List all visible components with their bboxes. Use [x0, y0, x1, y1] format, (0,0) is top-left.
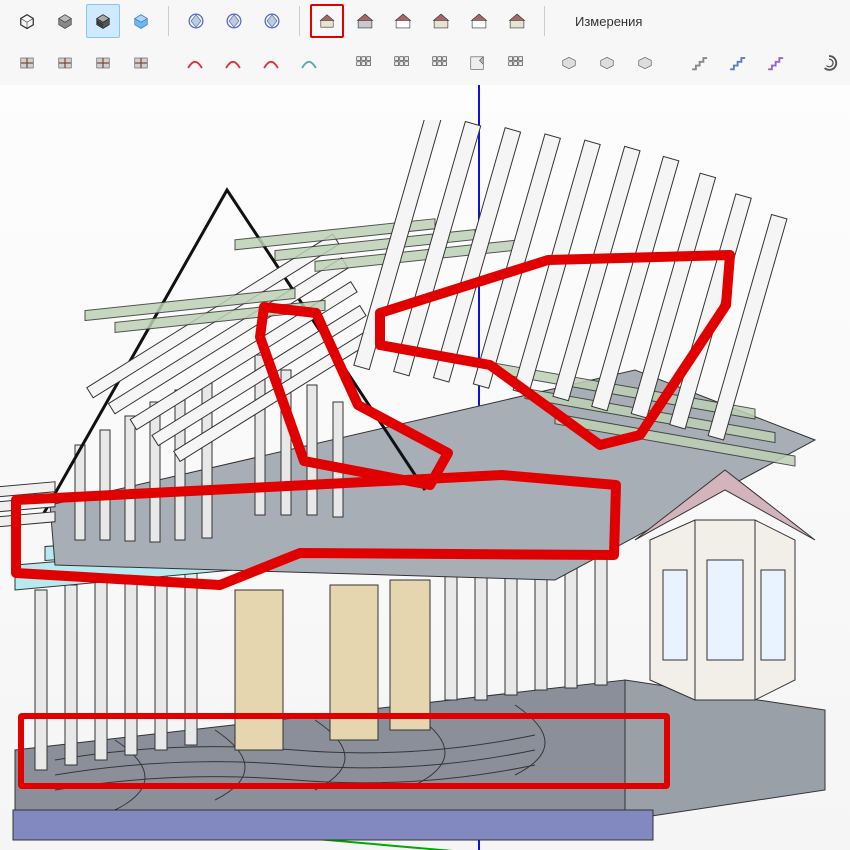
- edge-red-button[interactable]: [178, 46, 212, 80]
- house-style4-icon: [431, 7, 451, 35]
- wall-arc-button[interactable]: [86, 46, 120, 80]
- toolbar-row-1: Измерения: [0, 0, 850, 42]
- wall-double-button[interactable]: [48, 46, 82, 80]
- wall-arc-icon: [93, 49, 113, 77]
- spiral-button[interactable]: [812, 46, 846, 80]
- grid-icon: [505, 49, 525, 77]
- edge-rainbow-button[interactable]: [292, 46, 326, 80]
- house-style1-button[interactable]: [310, 4, 344, 38]
- fold-button[interactable]: [460, 46, 494, 80]
- fold-icon: [467, 49, 487, 77]
- edge-red-icon: [185, 49, 205, 77]
- cube-textured-button[interactable]: [86, 4, 120, 38]
- cube-solid-icon: [55, 7, 75, 35]
- pattern2-button[interactable]: [422, 46, 456, 80]
- view-iso-button[interactable]: [217, 4, 251, 38]
- obj2-button[interactable]: [628, 46, 662, 80]
- upper-floor-annotation: [0, 85, 850, 850]
- wall-double-icon: [55, 49, 75, 77]
- house-style2-icon: [355, 7, 375, 35]
- stair-purple-icon: [765, 49, 785, 77]
- house-style6-button[interactable]: [500, 4, 534, 38]
- edge-arc-icon: [223, 49, 243, 77]
- stair-grey-button[interactable]: [682, 46, 716, 80]
- stair-blue-icon: [727, 49, 747, 77]
- spiral-icon: [819, 49, 839, 77]
- stair-purple-button[interactable]: [758, 46, 792, 80]
- stair-blue-button[interactable]: [720, 46, 754, 80]
- iso-box-button[interactable]: [552, 46, 586, 80]
- cube-solid-button[interactable]: [48, 4, 82, 38]
- view-iso2-button[interactable]: [255, 4, 289, 38]
- pattern1-button[interactable]: [384, 46, 418, 80]
- cube-wire-icon: [17, 7, 37, 35]
- cube-wire-button[interactable]: [10, 4, 44, 38]
- grid-button[interactable]: [498, 46, 532, 80]
- array-tool-icon: [353, 49, 373, 77]
- toolbar-separator: [299, 6, 300, 36]
- house-style2-button[interactable]: [348, 4, 382, 38]
- edge-fill-button[interactable]: [254, 46, 288, 80]
- wall-corner-icon: [131, 49, 151, 77]
- house-style6-icon: [507, 7, 527, 35]
- view-front-button[interactable]: [179, 4, 213, 38]
- edge-fill-icon: [261, 49, 281, 77]
- house-style4-button[interactable]: [424, 4, 458, 38]
- pattern2-icon: [429, 49, 449, 77]
- array-tool-button[interactable]: [346, 46, 380, 80]
- cube-blue-icon: [131, 7, 151, 35]
- house-style3-button[interactable]: [386, 4, 420, 38]
- cube-textured-icon: [93, 7, 113, 35]
- house-style5-button[interactable]: [462, 4, 496, 38]
- view-front-icon: [186, 7, 206, 35]
- edge-rainbow-icon: [299, 49, 319, 77]
- house-style5-icon: [469, 7, 489, 35]
- wall-tool-icon: [17, 49, 37, 77]
- view-iso-icon: [224, 7, 244, 35]
- obj1-icon: [597, 49, 617, 77]
- cube-blue-button[interactable]: [124, 4, 158, 38]
- toolbar-row-2: [0, 42, 850, 84]
- 3d-viewport[interactable]: [0, 85, 850, 850]
- edge-arc-button[interactable]: [216, 46, 250, 80]
- house-style1-icon: [318, 7, 336, 35]
- obj2-icon: [635, 49, 655, 77]
- wall-corner-button[interactable]: [124, 46, 158, 80]
- wall-tool-button[interactable]: [10, 46, 44, 80]
- pattern1-icon: [391, 49, 411, 77]
- measurements-label: Измерения: [575, 14, 642, 29]
- toolbar-separator: [544, 6, 545, 36]
- obj1-button[interactable]: [590, 46, 624, 80]
- toolbar-separator: [168, 6, 169, 36]
- stair-grey-icon: [689, 49, 709, 77]
- view-iso2-icon: [262, 7, 282, 35]
- main-toolbar: Измерения: [0, 0, 850, 86]
- house-style3-icon: [393, 7, 413, 35]
- iso-box-icon: [559, 49, 579, 77]
